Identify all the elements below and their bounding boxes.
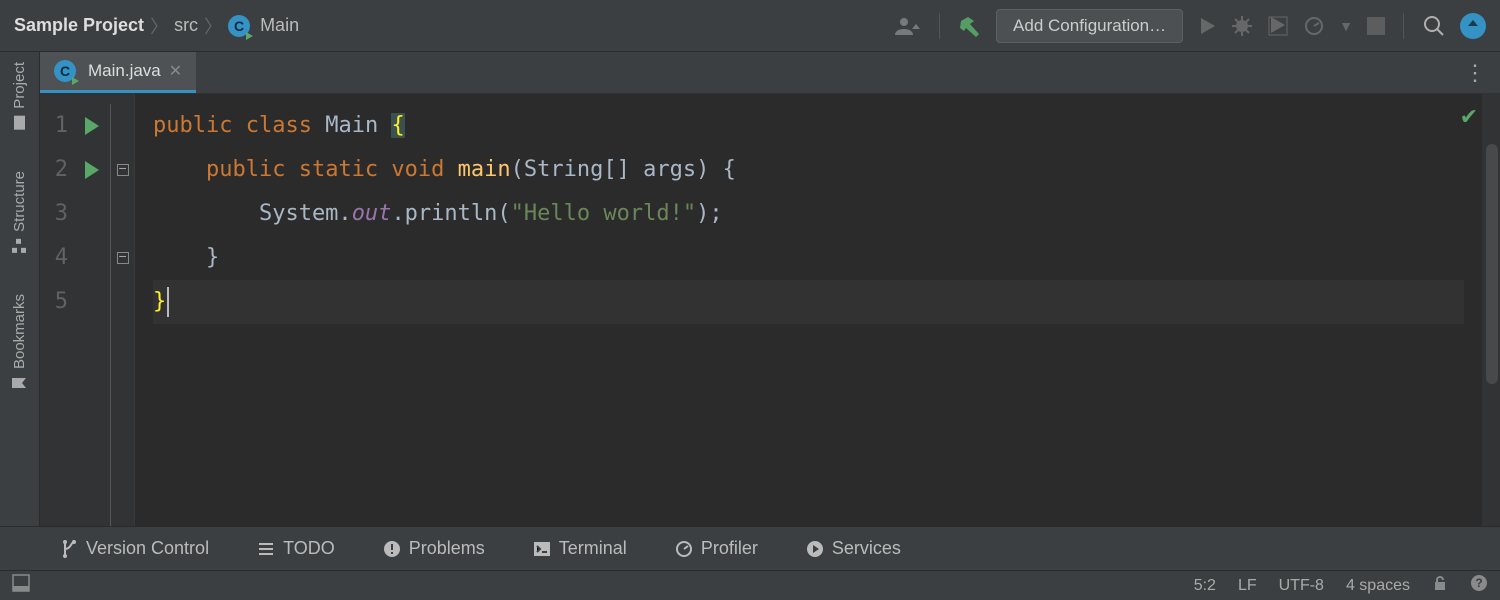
left-tool-rail: Project Structure Bookmarks (0, 52, 40, 526)
status-line-separator[interactable]: LF (1238, 577, 1257, 595)
tool-services[interactable]: Services (806, 538, 901, 559)
editor-scrollbar[interactable] (1482, 94, 1500, 526)
class-icon (228, 15, 250, 37)
debug-icon[interactable] (1231, 15, 1253, 37)
code-line[interactable]: public class Main { (153, 104, 1464, 148)
tool-problems[interactable]: Problems (383, 538, 485, 559)
bottom-tool-row: Version Control TODO Problems Terminal P… (0, 526, 1500, 570)
chevron-right-icon: 〉 (150, 13, 168, 39)
stop-icon[interactable] (1367, 17, 1385, 35)
code-line[interactable]: System.out.println("Hello world!"); (153, 192, 1464, 236)
code-line[interactable]: } (153, 236, 1464, 280)
rail-bookmarks[interactable]: Bookmarks (11, 294, 28, 391)
breadcrumb-main[interactable]: Main (260, 15, 299, 36)
editor-gutter: 12345 (40, 94, 135, 526)
coverage-icon[interactable] (1267, 15, 1289, 37)
profile-icon[interactable] (1303, 15, 1325, 37)
divider (939, 13, 940, 39)
readonly-lock-icon[interactable] (1432, 575, 1448, 596)
tool-todo[interactable]: TODO (257, 538, 335, 559)
line-number[interactable]: 3 (40, 192, 74, 236)
editor-tab-main[interactable]: Main.java ✕ (40, 52, 196, 93)
svg-text:?: ? (1475, 576, 1482, 590)
fold-icon[interactable] (117, 164, 129, 176)
close-icon[interactable]: ✕ (169, 61, 182, 81)
status-caret-position[interactable]: 5:2 (1194, 577, 1216, 595)
chevron-down-icon[interactable]: ▼ (1339, 18, 1353, 34)
update-icon[interactable] (1460, 13, 1486, 39)
scrollbar-thumb[interactable] (1486, 144, 1498, 384)
fold-icon[interactable] (117, 252, 129, 264)
line-number[interactable]: 4 (40, 236, 74, 280)
code-line[interactable]: } (153, 280, 1464, 324)
tool-vcs[interactable]: Version Control (60, 538, 209, 559)
code-line[interactable]: public static void main(String[] args) { (153, 148, 1464, 192)
build-hammer-icon[interactable] (958, 14, 982, 38)
run-config-button[interactable]: Add Configuration… (996, 9, 1183, 43)
tool-profiler[interactable]: Profiler (675, 538, 758, 559)
top-toolbar: Sample Project 〉 src 〉 Main Add Configur… (0, 0, 1500, 52)
editor-tabstrip: Main.java ✕ ⋮ (40, 52, 1500, 94)
divider (1403, 13, 1404, 39)
inspection-ok-icon[interactable]: ✔ (1460, 104, 1478, 130)
code-editor[interactable]: public class Main { public static void m… (135, 94, 1482, 526)
run-line-icon[interactable] (85, 161, 99, 179)
breadcrumb: Sample Project 〉 src 〉 Main (14, 13, 299, 39)
text-caret (167, 287, 169, 317)
top-actions: Add Configuration… ▼ (891, 9, 1486, 43)
run-icon[interactable] (1197, 16, 1217, 36)
class-icon (54, 60, 76, 82)
help-icon[interactable]: ? (1470, 574, 1488, 597)
run-line-icon[interactable] (85, 117, 99, 135)
tool-windows-icon[interactable] (12, 574, 30, 597)
status-bar: 5:2 LF UTF-8 4 spaces ? (0, 570, 1500, 600)
status-encoding[interactable]: UTF-8 (1279, 577, 1324, 595)
user-icon[interactable] (891, 15, 921, 37)
breadcrumb-project[interactable]: Sample Project (14, 15, 144, 36)
line-number[interactable]: 2 (40, 148, 74, 192)
rail-structure[interactable]: Structure (11, 171, 28, 254)
breadcrumb-src[interactable]: src (174, 15, 198, 36)
tool-terminal[interactable]: Terminal (533, 538, 627, 559)
status-indent[interactable]: 4 spaces (1346, 577, 1410, 595)
tab-more-icon[interactable]: ⋮ (1450, 52, 1500, 93)
chevron-right-icon: 〉 (204, 13, 222, 39)
line-number[interactable]: 5 (40, 280, 74, 324)
rail-project[interactable]: Project (11, 62, 28, 131)
tab-filename: Main.java (88, 61, 161, 81)
search-icon[interactable] (1422, 14, 1446, 38)
line-number[interactable]: 1 (40, 104, 74, 148)
